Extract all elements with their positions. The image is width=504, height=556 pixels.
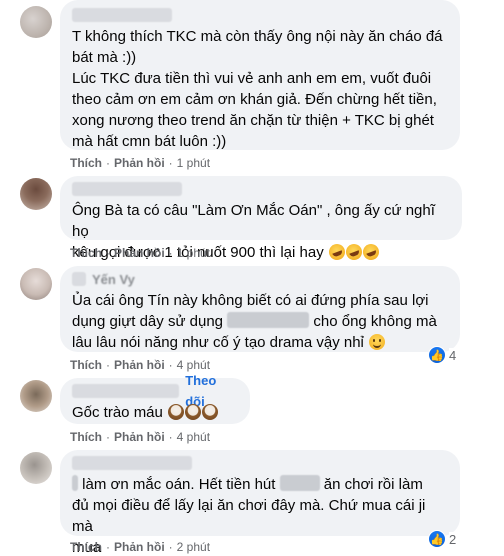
comment-actions: Thích · Phản hồi · 1 phút bbox=[70, 246, 211, 260]
commenter-name[interactable] bbox=[72, 454, 448, 472]
avatar[interactable] bbox=[20, 452, 52, 484]
reply-button[interactable]: Phản hồi bbox=[114, 430, 165, 444]
rofl-emoji-icon bbox=[360, 241, 382, 263]
reply-button[interactable]: Phản hồi bbox=[114, 540, 165, 554]
comment-actions: Thích · Phản hồi · 2 phút bbox=[70, 540, 211, 554]
comment-bubble: T không thích TKC mà còn thấy ông nội nà… bbox=[60, 0, 460, 150]
like-button[interactable]: Thích bbox=[70, 358, 102, 372]
redacted-text bbox=[227, 312, 310, 328]
comment-line: làm ơn mắc oán. Hết tiền hút ăn chơi rồi… bbox=[72, 474, 448, 495]
comment-line: dụng giựt dây sử dụng cho ổng không mà bbox=[72, 312, 437, 330]
comment-bubble: làm ơn mắc oán. Hết tiền hút ăn chơi rồi… bbox=[60, 450, 460, 556]
comment-line: bát mà :)) bbox=[72, 49, 137, 66]
comment-line: Gốc trào máu bbox=[72, 402, 238, 423]
avatar[interactable] bbox=[20, 178, 52, 210]
reaction-count: 4 bbox=[449, 347, 457, 363]
like-reaction-icon: 👍 bbox=[428, 346, 446, 364]
coconut-emoji-icon bbox=[168, 404, 185, 420]
commenter-name: Theo dõi bbox=[72, 373, 238, 409]
comment-line: xong nương theo trend ăn chặn từ thiện +… bbox=[72, 112, 434, 129]
comment-line: Lúc TKC đưa tiền thì vui vẻ anh anh em e… bbox=[72, 70, 432, 87]
coconut-emoji-icon bbox=[202, 404, 219, 420]
avatar[interactable] bbox=[20, 380, 52, 412]
like-button[interactable]: Thích bbox=[70, 540, 102, 554]
comment-line: Ủa cái ông Tín này không biết có ai đứng… bbox=[72, 292, 429, 309]
comment-line: đủ mọi điều để lấy lại ăn chơi đây mà. C… bbox=[72, 497, 426, 535]
smile-emoji-icon bbox=[369, 334, 386, 350]
reaction-summary[interactable]: 👍 2 bbox=[428, 530, 457, 548]
redacted-text bbox=[72, 475, 78, 491]
coconut-emoji-icon bbox=[185, 404, 202, 420]
comment-bubble: Yến Vy Ủa cái ông Tín này không biết có … bbox=[60, 266, 460, 352]
rofl-emoji-icon bbox=[343, 241, 365, 263]
commenter-name[interactable] bbox=[72, 180, 450, 198]
commenter-name[interactable] bbox=[72, 6, 448, 24]
comment-line: theo cảm ơn em cảm ơn khán giả. Đến chừn… bbox=[72, 91, 437, 108]
reply-button[interactable]: Phản hồi bbox=[114, 358, 165, 372]
timestamp[interactable]: 2 phút bbox=[177, 540, 210, 554]
comment-bubble: Theo dõi Gốc trào máu bbox=[60, 373, 250, 424]
reply-button[interactable]: Phản hồi bbox=[114, 246, 165, 260]
reaction-summary[interactable]: 👍 4 bbox=[428, 346, 457, 364]
timestamp[interactable]: 4 phút bbox=[177, 430, 210, 444]
like-button[interactable]: Thích bbox=[70, 246, 102, 260]
reaction-count: 2 bbox=[449, 531, 457, 547]
rofl-emoji-icon bbox=[326, 241, 348, 263]
reply-button[interactable]: Phản hồi bbox=[114, 156, 165, 170]
like-button[interactable]: Thích bbox=[70, 430, 102, 444]
comment-line: Ông Bà ta có câu "Làm Ơn Mắc Oán" , ông … bbox=[72, 202, 435, 240]
comment-line: lâu lâu nói năng như cố ý tạo drama vậy … bbox=[72, 332, 448, 353]
commenter-name[interactable]: Yến Vy bbox=[72, 270, 448, 288]
comment-actions: Thích · Phản hồi · 4 phút bbox=[70, 430, 211, 444]
avatar[interactable] bbox=[20, 268, 52, 300]
comment-actions: Thích · Phản hồi · 1 phút bbox=[70, 156, 211, 170]
redacted-text bbox=[279, 475, 320, 491]
like-reaction-icon: 👍 bbox=[428, 530, 446, 548]
like-button[interactable]: Thích bbox=[70, 156, 102, 170]
comment-line: mà hất cmn bát luôn :)) bbox=[72, 133, 227, 150]
comment-line: T không thích TKC mà còn thấy ông nội nà… bbox=[72, 28, 443, 45]
comment-bubble: Ông Bà ta có câu "Làm Ơn Mắc Oán" , ông … bbox=[60, 176, 462, 263]
timestamp[interactable]: 1 phút bbox=[177, 246, 210, 260]
timestamp[interactable]: 1 phút bbox=[177, 156, 210, 170]
avatar[interactable] bbox=[20, 6, 52, 38]
